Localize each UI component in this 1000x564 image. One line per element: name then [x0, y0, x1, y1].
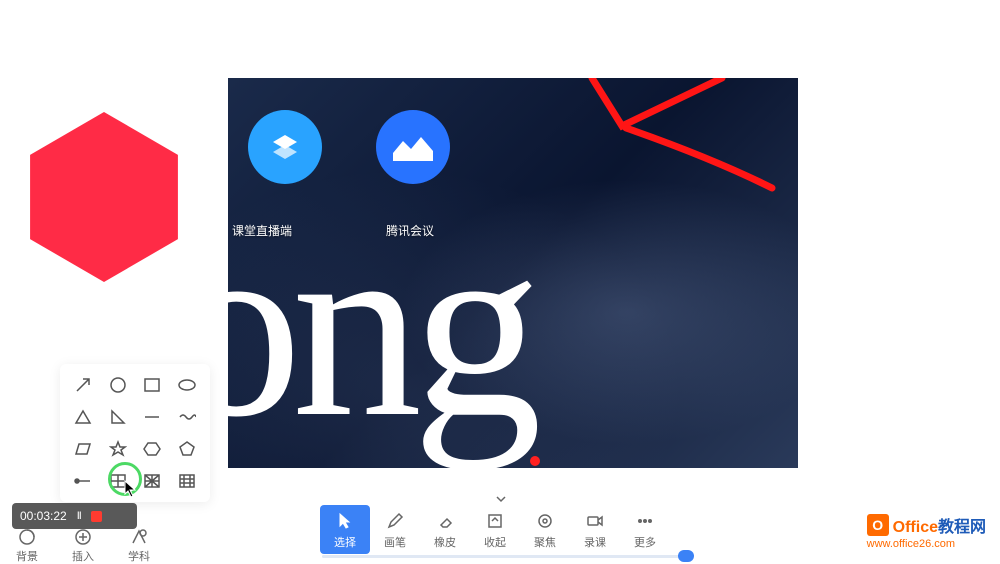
- eraser-label: 橡皮: [434, 534, 456, 550]
- pen-tool-button[interactable]: 画笔: [370, 505, 420, 554]
- chevron-down-icon[interactable]: [494, 492, 508, 506]
- classroom-live-icon: [248, 110, 322, 184]
- eraser-icon: [435, 511, 455, 531]
- large-text-overlay: ong: [228, 178, 532, 468]
- watermark-url: www.office26.com: [867, 538, 986, 550]
- shape-triangle-icon[interactable]: [68, 406, 98, 428]
- watermark-logo-icon: O: [867, 514, 889, 536]
- shape-grid2-icon[interactable]: [103, 470, 133, 492]
- presentation-canvas[interactable]: 课堂直播端 腾讯会议 ong: [228, 78, 798, 468]
- shape-palette-panel: [60, 364, 210, 502]
- pen-icon: [385, 511, 405, 531]
- more-tool-button[interactable]: 更多: [620, 505, 670, 554]
- toolbar-slider-handle[interactable]: [678, 550, 694, 562]
- shape-square-icon[interactable]: [137, 374, 167, 396]
- focus-icon: [535, 511, 555, 531]
- pen-label: 画笔: [384, 534, 406, 550]
- main-toolbar: 选择 画笔 橡皮 收起 聚焦 录课 更多: [320, 505, 670, 554]
- eraser-tool-button[interactable]: 橡皮: [420, 505, 470, 554]
- select-label: 选择: [334, 534, 356, 550]
- shape-wave-icon[interactable]: [172, 406, 202, 428]
- shape-hexagon-icon[interactable]: [137, 438, 167, 460]
- focus-tool-button[interactable]: 聚焦: [520, 505, 570, 554]
- record-tool-button[interactable]: 录课: [570, 505, 620, 554]
- shape-circle-icon[interactable]: [103, 374, 133, 396]
- plus-circle-icon: [74, 528, 92, 546]
- background-button[interactable]: 背景: [16, 528, 38, 564]
- insert-button[interactable]: 插入: [72, 528, 94, 564]
- focus-label: 聚焦: [534, 534, 556, 550]
- record-icon: [585, 511, 605, 531]
- stop-icon[interactable]: [91, 511, 102, 522]
- more-label: 更多: [634, 534, 656, 550]
- shape-parallelogram-icon[interactable]: [68, 438, 98, 460]
- subject-button[interactable]: 学科: [128, 528, 150, 564]
- shape-right-triangle-icon[interactable]: [103, 406, 133, 428]
- shape-ellipse-icon[interactable]: [172, 374, 202, 396]
- tencent-meeting-icon: [376, 110, 450, 184]
- collapse-label: 收起: [484, 534, 506, 550]
- palette-icon: [18, 528, 36, 546]
- collapse-tool-button[interactable]: 收起: [470, 505, 520, 554]
- shape-arrow-icon[interactable]: [68, 374, 98, 396]
- more-icon: [635, 511, 655, 531]
- shape-line-endpoint-icon[interactable]: [68, 470, 98, 492]
- watermark-brand: Office教程网: [893, 513, 986, 537]
- red-hexagon-shape[interactable]: [30, 112, 178, 282]
- select-tool-button[interactable]: 选择: [320, 505, 370, 554]
- shape-line-icon[interactable]: [137, 406, 167, 428]
- collapse-icon: [485, 511, 505, 531]
- recording-timer: 00:03:22 II: [12, 503, 137, 529]
- shape-pentagon-icon[interactable]: [172, 438, 202, 460]
- bottom-left-tools: 背景 插入 学科: [16, 528, 150, 564]
- pause-icon[interactable]: II: [77, 510, 81, 522]
- shape-grid3-icon[interactable]: [172, 470, 202, 492]
- tools-icon: [130, 528, 148, 546]
- shape-grid4-icon[interactable]: [137, 470, 167, 492]
- shape-star-icon[interactable]: [103, 438, 133, 460]
- red-annotation-stroke: [582, 78, 798, 198]
- toolbar-slider-track: [322, 555, 692, 558]
- cursor-icon: [335, 511, 355, 531]
- record-label: 录课: [584, 534, 606, 550]
- timer-value: 00:03:22: [20, 509, 67, 523]
- watermark: O Office教程网 www.office26.com: [867, 513, 986, 550]
